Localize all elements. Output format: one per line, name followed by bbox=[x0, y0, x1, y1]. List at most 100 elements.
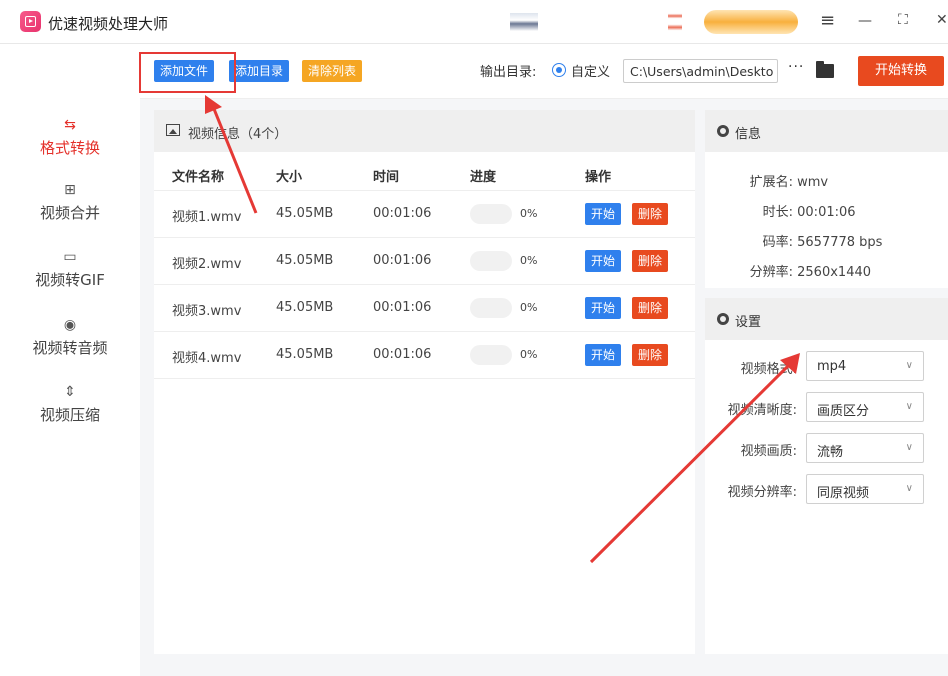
audio-icon: ◉ bbox=[63, 317, 77, 333]
sidebar-item-label: 格式转换 bbox=[39, 139, 100, 157]
compress-icon: ⇕ bbox=[64, 384, 76, 400]
folder-icon[interactable] bbox=[816, 61, 834, 78]
progress-value: 0% bbox=[520, 207, 538, 220]
chevron-down-icon: ∨ bbox=[905, 442, 913, 453]
custom-radio[interactable] bbox=[552, 63, 566, 77]
sidebar-item-video-to-audio[interactable]: ◉ 视频转音频 bbox=[0, 317, 140, 358]
annotation-highlight bbox=[139, 52, 236, 93]
sidebar-item-video-to-gif[interactable]: ▭ 视频转GIF bbox=[0, 249, 140, 290]
app-logo bbox=[20, 11, 41, 32]
clear-list-button[interactable]: 清除列表 bbox=[302, 60, 363, 82]
chevron-down-icon: ∨ bbox=[905, 360, 913, 371]
video-clarity-label: 视频清晰度: bbox=[727, 403, 797, 418]
info-bitrate: 码率: 5657778 bps bbox=[762, 235, 883, 250]
sidebar-item-label: 视频压缩 bbox=[39, 406, 100, 424]
blurred-region bbox=[510, 13, 538, 31]
settings-panel-title: 设置 bbox=[735, 315, 762, 330]
sidebar-item-label: 视频合并 bbox=[39, 204, 100, 222]
convert-icon: ⇆ bbox=[64, 117, 76, 133]
sidebar-item-video-merge[interactable]: ⊞ 视频合并 bbox=[0, 182, 140, 223]
blurred-region bbox=[704, 10, 798, 34]
column-header-size: 大小 bbox=[276, 170, 303, 185]
start-button[interactable]: 开始 bbox=[585, 250, 622, 272]
gear-icon bbox=[717, 313, 729, 325]
menu-icon[interactable]: ≡ bbox=[820, 10, 835, 31]
progress-bar bbox=[470, 251, 512, 271]
delete-button[interactable]: 删除 bbox=[632, 203, 669, 225]
image-icon bbox=[166, 124, 180, 136]
file-size: 45.05MB bbox=[276, 206, 334, 221]
chevron-down-icon: ∨ bbox=[905, 483, 913, 494]
settings-panel-header: 设置 bbox=[705, 298, 948, 340]
progress-bar bbox=[470, 298, 512, 318]
sidebar-item-label: 视频转音频 bbox=[32, 339, 108, 357]
settings-panel: 设置 视频格式: mp4 ∨ 视频清晰度: 画质区分 ∨ 视频画质: 流畅 ∨ 视频分… bbox=[705, 298, 948, 654]
file-name: 视频4.wmv bbox=[172, 351, 242, 366]
gif-icon: ▭ bbox=[63, 249, 77, 265]
output-dir-label: 输出目录: bbox=[480, 65, 537, 80]
file-time: 00:01:06 bbox=[373, 347, 432, 362]
output-path-field[interactable]: C:\Users\admin\Deskto bbox=[623, 59, 778, 83]
start-button[interactable]: 开始 bbox=[585, 297, 622, 319]
info-panel-title: 信息 bbox=[735, 127, 762, 142]
video-quality-select[interactable]: 流畅 ∨ bbox=[806, 433, 924, 463]
video-format-label: 视频格式: bbox=[740, 362, 797, 377]
info-extension: 扩展名: wmv bbox=[749, 175, 829, 190]
blurred-region bbox=[668, 10, 682, 34]
progress-bar bbox=[470, 345, 512, 365]
sidebar-item-format-convert[interactable]: ⇆ 格式转换 bbox=[0, 117, 140, 158]
file-name: 视频2.wmv bbox=[172, 257, 242, 272]
table-row[interactable]: 视频2.wmv 45.05MB 00:01:06 0% 开始 删除 bbox=[154, 238, 695, 285]
file-time: 00:01:06 bbox=[373, 206, 432, 221]
gear-icon bbox=[717, 125, 729, 137]
delete-button[interactable]: 删除 bbox=[632, 297, 669, 319]
file-size: 45.05MB bbox=[276, 253, 334, 268]
sidebar-item-label: 视频转GIF bbox=[35, 271, 105, 289]
delete-button[interactable]: 删除 bbox=[632, 250, 669, 272]
app-title: 优速视频处理大师 bbox=[48, 15, 169, 33]
custom-radio-label: 自定义 bbox=[571, 65, 611, 80]
table-row[interactable]: 视频3.wmv 45.05MB 00:01:06 0% 开始 删除 bbox=[154, 285, 695, 332]
add-folder-button[interactable]: 添加目录 bbox=[229, 60, 290, 82]
start-convert-button[interactable]: 开始转换 bbox=[858, 56, 944, 86]
chevron-down-icon: ∨ bbox=[905, 401, 913, 412]
sidebar: ⇆ 格式转换 ⊞ 视频合并 ▭ 视频转GIF ◉ 视频转音频 ⇕ 视频压缩 bbox=[0, 45, 140, 676]
column-header-time: 时间 bbox=[373, 170, 400, 185]
info-panel: 信息 扩展名: wmv 时长: 00:01:06 码率: 5657778 bps… bbox=[705, 110, 948, 288]
file-time: 00:01:06 bbox=[373, 300, 432, 315]
video-resolution-select[interactable]: 同原视频 ∨ bbox=[806, 474, 924, 504]
more-icon[interactable]: ··· bbox=[788, 59, 804, 75]
video-resolution-label: 视频分辨率: bbox=[727, 485, 797, 500]
file-name: 视频1.wmv bbox=[172, 210, 242, 225]
merge-icon: ⊞ bbox=[64, 182, 76, 198]
video-quality-label: 视频画质: bbox=[740, 444, 797, 459]
table-row[interactable]: 视频1.wmv 45.05MB 00:01:06 0% 开始 删除 bbox=[154, 191, 695, 238]
info-duration: 时长: 00:01:06 bbox=[762, 205, 856, 220]
file-time: 00:01:06 bbox=[373, 253, 432, 268]
progress-value: 0% bbox=[520, 254, 538, 267]
info-panel-header: 信息 bbox=[705, 110, 948, 152]
toolbar: 添加文件 添加目录 清除列表 输出目录: 自定义 C:\Users\admin\… bbox=[140, 45, 948, 99]
start-button[interactable]: 开始 bbox=[585, 203, 622, 225]
file-size: 45.05MB bbox=[276, 300, 334, 315]
column-header-progress: 进度 bbox=[470, 170, 497, 185]
maximize-icon[interactable]: ⛶ bbox=[898, 12, 908, 28]
progress-value: 0% bbox=[520, 301, 538, 314]
sidebar-item-video-compress[interactable]: ⇕ 视频压缩 bbox=[0, 384, 140, 425]
video-format-select[interactable]: mp4 ∨ bbox=[806, 351, 924, 381]
column-header-actions: 操作 bbox=[585, 170, 612, 185]
file-size: 45.05MB bbox=[276, 347, 334, 362]
info-resolution: 分辨率: 2560x1440 bbox=[749, 265, 872, 280]
video-panel-title: 视频信息（4个） bbox=[188, 127, 288, 142]
progress-value: 0% bbox=[520, 348, 538, 361]
video-list-panel: 视频信息（4个） 文件名称 大小 时间 进度 操作 视频1.wmv 45.05M… bbox=[154, 110, 695, 654]
start-button[interactable]: 开始 bbox=[585, 344, 622, 366]
progress-bar bbox=[470, 204, 512, 224]
close-icon[interactable]: ✕ bbox=[936, 12, 948, 28]
delete-button[interactable]: 删除 bbox=[632, 344, 669, 366]
video-clarity-select[interactable]: 画质区分 ∨ bbox=[806, 392, 924, 422]
table-row[interactable]: 视频4.wmv 45.05MB 00:01:06 0% 开始 删除 bbox=[154, 332, 695, 379]
file-name: 视频3.wmv bbox=[172, 304, 242, 319]
minimize-icon[interactable]: — bbox=[858, 13, 872, 29]
column-header-name: 文件名称 bbox=[172, 170, 225, 185]
